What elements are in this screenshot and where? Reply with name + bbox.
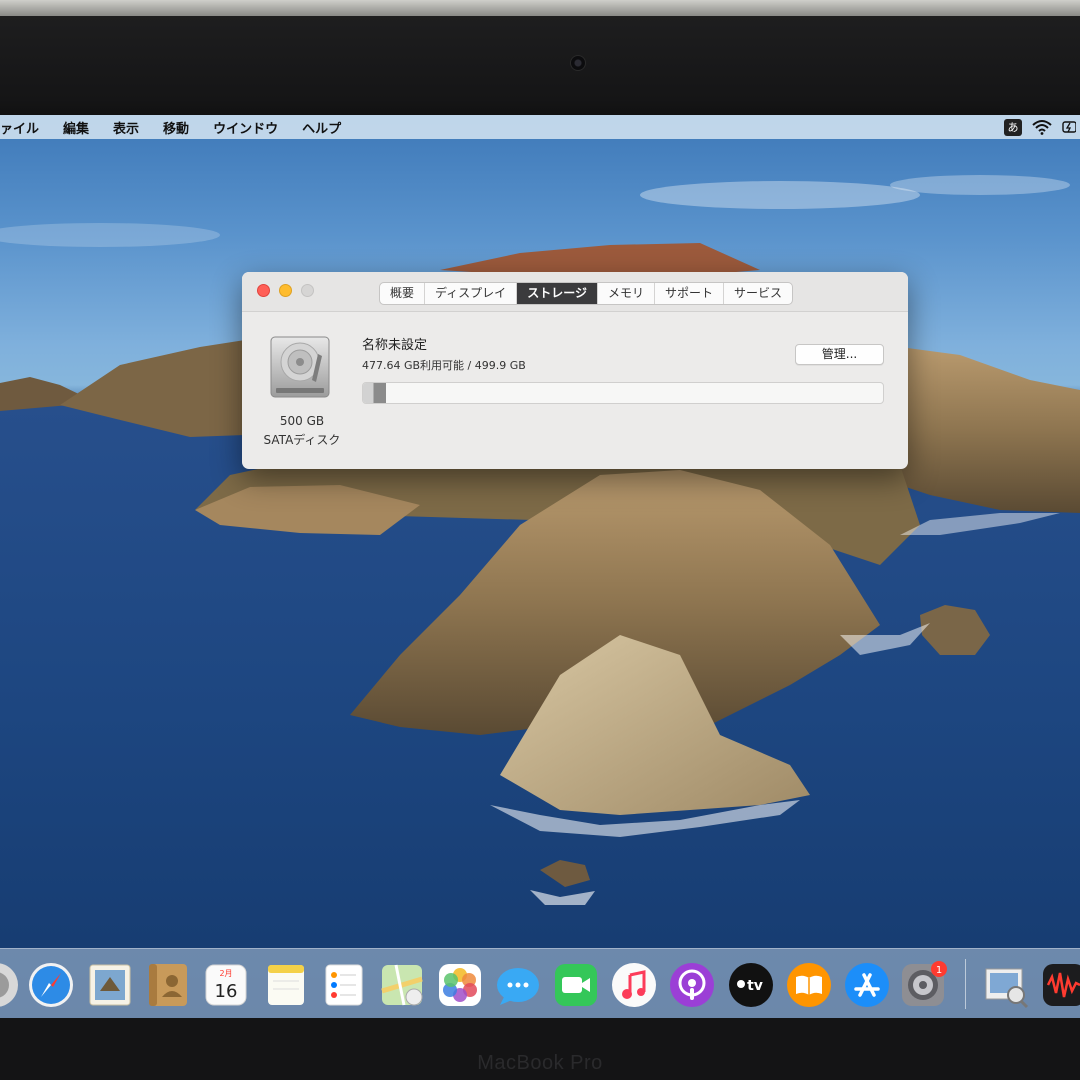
notification-badge-count: 1 xyxy=(936,965,942,976)
dock-separator xyxy=(965,959,966,1009)
window-titlebar[interactable]: 概要 ディスプレイ ストレージ メモリ サポート サービス xyxy=(242,272,908,312)
menu-help[interactable]: ヘルプ xyxy=(302,118,341,137)
hard-disk-icon xyxy=(270,336,330,398)
zoom-button xyxy=(301,284,314,297)
facetime-icon[interactable] xyxy=(552,961,600,1009)
menu-file[interactable]: ァイル xyxy=(0,118,39,137)
menu-view[interactable]: 表示 xyxy=(113,118,139,137)
menu-bar: ァイル 編集 表示 移動 ウインドウ ヘルプ あ xyxy=(0,115,1080,139)
model-label: MacBook Pro xyxy=(477,1052,603,1074)
menu-items: ァイル 編集 表示 移動 ウインドウ ヘルプ xyxy=(0,118,365,137)
voice-memos-icon[interactable] xyxy=(1040,961,1080,1009)
catalina-wallpaper xyxy=(0,175,1080,1018)
podcasts-icon[interactable] xyxy=(668,961,716,1009)
volume-name: 名称未設定 xyxy=(362,338,428,353)
messages-icon[interactable] xyxy=(494,961,542,1009)
books-icon[interactable] xyxy=(785,961,833,1009)
tab-memory[interactable]: メモリ xyxy=(598,283,655,304)
disk-capacity: 500 GB xyxy=(279,414,325,428)
system-preferences-icon[interactable]: 1 xyxy=(899,961,947,1009)
calendar-day: 16 xyxy=(215,981,238,1002)
apple-tv-icon[interactable]: tv xyxy=(727,961,775,1009)
safari-icon[interactable] xyxy=(27,961,75,1009)
contacts-icon[interactable] xyxy=(144,961,192,1009)
wifi-icon[interactable] xyxy=(1032,119,1052,135)
desktop[interactable] xyxy=(0,115,1080,1018)
finder-icon[interactable] xyxy=(0,961,20,1009)
notes-icon[interactable] xyxy=(262,961,310,1009)
tab-service[interactable]: サービス xyxy=(724,283,792,304)
about-this-mac-window: 概要 ディスプレイ ストレージ メモリ サポート サービス 500 GB SAT… xyxy=(242,272,908,469)
storage-used-segment xyxy=(363,383,387,403)
mail-icon[interactable] xyxy=(86,961,134,1009)
input-source-icon[interactable]: あ xyxy=(1004,118,1022,136)
menu-go[interactable]: 移動 xyxy=(163,118,189,137)
storage-usage-bar xyxy=(362,382,884,404)
tab-storage[interactable]: ストレージ xyxy=(517,283,598,304)
camera-icon xyxy=(570,55,586,71)
tab-overview[interactable]: 概要 xyxy=(380,283,426,304)
maps-icon[interactable] xyxy=(378,961,426,1009)
battery-icon[interactable] xyxy=(1062,120,1076,134)
app-store-icon[interactable] xyxy=(843,961,891,1009)
tab-displays[interactable]: ディスプレイ xyxy=(425,283,518,304)
preview-icon[interactable] xyxy=(982,961,1030,1009)
lid-edge xyxy=(0,0,1080,16)
manage-button[interactable]: 管理... xyxy=(795,344,884,365)
tab-bar: 概要 ディスプレイ ストレージ メモリ サポート サービス xyxy=(379,282,793,305)
menu-edit[interactable]: 編集 xyxy=(63,118,89,137)
reminders-icon[interactable] xyxy=(320,961,368,1009)
tab-support[interactable]: サポート xyxy=(655,283,724,304)
menu-window[interactable]: ウインドウ xyxy=(213,118,278,137)
screen-bezel-top xyxy=(0,0,1080,115)
calendar-month: 2月 xyxy=(219,969,232,978)
volume-usage: 477.64 GB利用可能 / 499.9 GB xyxy=(362,359,526,372)
calendar-icon[interactable]: 2月 16 xyxy=(202,961,250,1009)
close-button[interactable] xyxy=(257,284,270,297)
disk-type: SATAディスク xyxy=(263,433,341,447)
apple-tv-label: tv xyxy=(747,978,763,994)
dock: 2月 16 tv 1 xyxy=(0,948,1080,1018)
photos-icon[interactable] xyxy=(436,961,484,1009)
music-icon[interactable] xyxy=(610,961,658,1009)
menu-extras: あ xyxy=(1004,115,1080,139)
minimize-button[interactable] xyxy=(279,284,292,297)
